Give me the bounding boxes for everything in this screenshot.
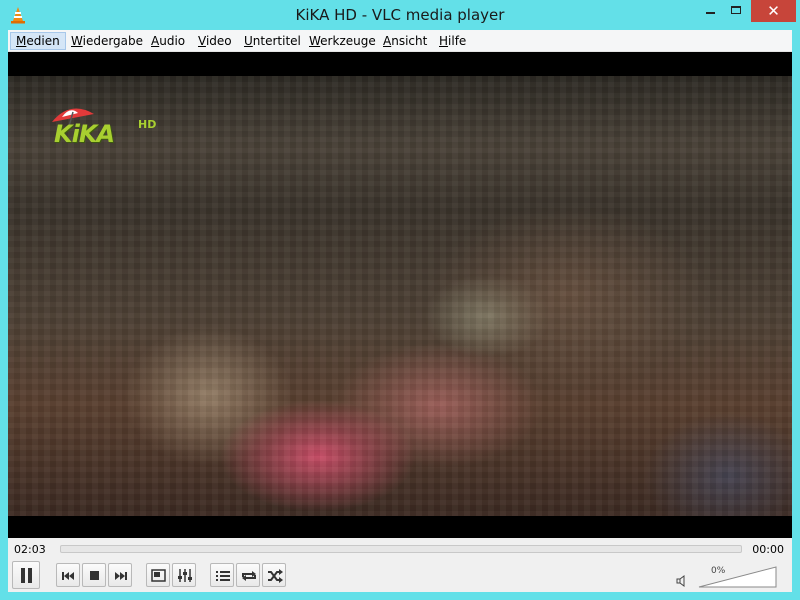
minimize-button[interactable]	[697, 0, 723, 22]
menu-audio[interactable]: Audio	[145, 32, 191, 50]
shuffle-button[interactable]	[262, 563, 286, 587]
extended-settings-icon	[178, 569, 192, 582]
speaker-icon[interactable]	[676, 575, 688, 587]
menu-medien[interactable]: Medien	[10, 32, 66, 50]
menu-label: Ansicht	[383, 34, 428, 48]
loop-icon	[242, 571, 256, 581]
close-icon: ✕	[767, 2, 780, 20]
previous-icon	[62, 572, 74, 580]
menu-ansicht[interactable]: Ansicht	[377, 32, 433, 50]
title-bar: KiKA HD - VLC media player ✕	[0, 0, 800, 30]
stop-icon	[90, 571, 99, 580]
fullscreen-button[interactable]	[146, 563, 170, 587]
minimize-icon	[706, 12, 715, 14]
maximize-icon	[731, 6, 741, 14]
pause-icon	[21, 568, 32, 583]
next-button[interactable]	[108, 563, 132, 587]
menu-label: Hilfe	[439, 34, 467, 48]
channel-logo-hd: HD	[138, 118, 157, 131]
channel-logo-text: KiKA	[54, 120, 115, 148]
menu-hilfe[interactable]: Hilfe	[433, 32, 472, 50]
video-area[interactable]: KiKA HD	[8, 52, 792, 538]
menu-label: Audio	[151, 34, 186, 48]
menu-label: Video	[198, 34, 232, 48]
next-icon	[115, 572, 127, 580]
total-time[interactable]: 00:00	[752, 543, 784, 556]
menu-label: Untertitel	[244, 34, 301, 48]
menu-video[interactable]: Video	[192, 32, 238, 50]
menu-label: Wiedergabe	[71, 34, 144, 48]
seek-bar[interactable]	[60, 545, 742, 553]
menu-bar: Medien Wiedergabe Audio Video Untertitel…	[8, 30, 792, 52]
channel-logo: KiKA HD	[48, 104, 168, 156]
loop-button[interactable]	[236, 563, 260, 587]
menu-label: Werkzeuge	[309, 34, 376, 48]
window-title: KiKA HD - VLC media player	[295, 6, 505, 24]
menu-wiedergabe[interactable]: Wiedergabe	[65, 32, 149, 50]
menu-untertitel[interactable]: Untertitel	[238, 32, 307, 50]
elapsed-time[interactable]: 02:03	[14, 543, 46, 556]
pause-button[interactable]	[12, 561, 40, 589]
volume-slider[interactable]	[698, 565, 778, 589]
previous-button[interactable]	[56, 563, 80, 587]
shuffle-icon	[268, 569, 283, 583]
control-panel: 02:03 00:00 0%	[8, 538, 792, 592]
menu-label: Medien	[16, 34, 60, 48]
stop-button[interactable]	[82, 563, 106, 587]
maximize-button[interactable]	[723, 0, 749, 22]
playlist-icon	[216, 571, 230, 581]
video-frame: KiKA HD	[8, 76, 792, 516]
extended-settings-button[interactable]	[172, 563, 196, 587]
close-button[interactable]: ✕	[751, 0, 796, 22]
menu-werkzeuge[interactable]: Werkzeuge	[303, 32, 382, 50]
fullscreen-icon	[151, 569, 166, 582]
playlist-button[interactable]	[210, 563, 234, 587]
